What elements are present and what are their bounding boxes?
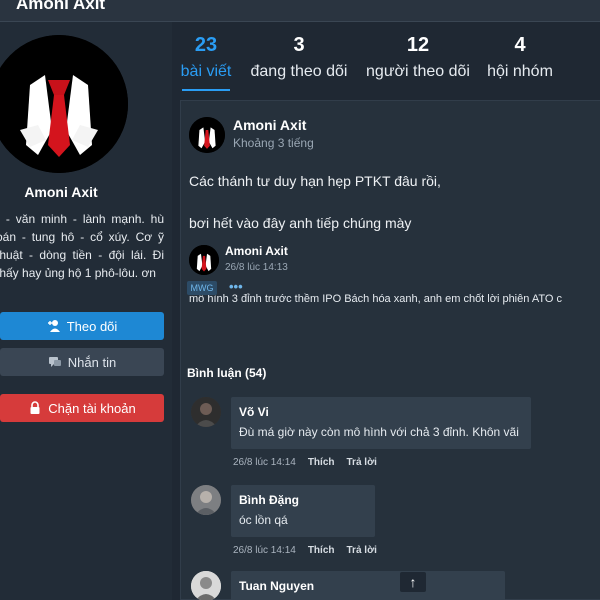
tab-following[interactable]: 3 đang theo dõi [248, 34, 350, 81]
tab-posts[interactable]: 23 bài viết [178, 34, 234, 91]
shared-body: mô hình 3 đỉnh trước thềm IPO Bách hóa x… [189, 293, 562, 305]
top-bar: Amoni Axit [0, 0, 600, 22]
follow-label: Theo dõi [66, 318, 118, 334]
user-photo-icon [191, 485, 221, 515]
add-user-icon [47, 319, 61, 333]
message-label: Nhắn tin [67, 354, 117, 370]
comments-header: Bình luận (54) [187, 366, 267, 380]
like-link[interactable]: Thích [308, 457, 335, 468]
post-author-name[interactable]: Amoni Axit [233, 117, 306, 133]
stock-tag[interactable]: MWG [187, 281, 217, 295]
message-button[interactable]: Nhắn tin [0, 348, 164, 376]
comment-bubble: Tuan Nguyen [231, 571, 505, 600]
page-title: Amoni Axit [16, 0, 106, 13]
groups-label: hội nhóm [487, 63, 553, 80]
comment-text: Đù má giờ này còn mô hình với chả 3 đỉnh… [239, 425, 519, 439]
active-tab-indicator [182, 89, 230, 91]
chat-icon [48, 355, 62, 369]
more-options-icon[interactable]: ••• [229, 279, 243, 294]
lock-icon [28, 401, 42, 415]
follow-button[interactable]: Theo dõi [0, 312, 164, 340]
suit-avatar-icon [0, 35, 128, 173]
post-body-line: bơi hết vào đây anh tiếp chúng mày [189, 215, 412, 231]
comment-bubble: Bình Đặng óc lồn qá [231, 485, 375, 537]
posts-label: bài viết [180, 63, 232, 80]
commenter-avatar[interactable] [191, 397, 221, 427]
profile-avatar[interactable] [0, 35, 128, 173]
comment-bubble: Võ Vi Đù má giờ này còn mô hình với chả … [231, 397, 531, 449]
commenter-name[interactable]: Tuan Nguyen [239, 579, 314, 593]
groups-count: 4 [514, 34, 526, 56]
post-card: Amoni Axit Khoảng 3 tiếng Các thánh tư d… [180, 100, 600, 600]
followers-count: 12 [406, 34, 430, 56]
tab-groups[interactable]: 4 hội nhóm [484, 34, 556, 81]
profile-sidebar: Amoni Axit r - văn minh - lành mạnh. hù … [0, 22, 172, 600]
like-link[interactable]: Thích [308, 545, 335, 556]
block-account-button[interactable]: Chặn tài khoản [0, 394, 164, 422]
tab-followers[interactable]: 12 người theo dõi [364, 34, 472, 81]
user-photo-icon [191, 571, 221, 600]
commenter-avatar[interactable] [191, 571, 221, 600]
commenter-name[interactable]: Bình Đặng [239, 493, 299, 507]
user-photo-icon [191, 397, 221, 427]
shared-author-avatar [189, 245, 219, 275]
shared-author-name[interactable]: Amoni Axit [225, 244, 288, 258]
shared-post[interactable]: Amoni Axit 26/8 lúc 14:13 mô hình 3 đỉnh… [187, 239, 600, 359]
profile-bio: r - văn minh - lành mạnh. hù oán - tung … [0, 212, 164, 280]
scroll-to-top-button[interactable]: ↑ [400, 572, 426, 592]
comment-text: óc lồn qá [239, 513, 288, 527]
comment-time: 26/8 lúc 14:14 [233, 457, 296, 468]
block-label: Chặn tài khoản [48, 400, 136, 416]
posts-count: 23 [194, 34, 218, 56]
profile-stats: 23 bài viết 3 đang theo dõi 12 người the… [178, 34, 600, 92]
post-author-avatar[interactable] [189, 117, 225, 153]
commenter-name[interactable]: Võ Vi [239, 405, 269, 419]
comment-time: 26/8 lúc 14:14 [233, 545, 296, 556]
post-timestamp: Khoảng 3 tiếng [233, 136, 314, 150]
suit-avatar-icon [189, 245, 219, 275]
comment-meta: 26/8 lúc 14:14 Thích Trả lời [233, 457, 389, 468]
following-label: đang theo dõi [250, 63, 348, 80]
profile-name: Amoni Axit [24, 184, 98, 200]
post-body-line: Các thánh tư duy hạn hẹp PTKT đâu rồi, [189, 173, 441, 189]
following-count: 3 [293, 34, 305, 56]
reply-link[interactable]: Trả lời [347, 457, 377, 468]
followers-label: người theo dõi [366, 63, 470, 80]
comment-meta: 26/8 lúc 14:14 Thích Trả lời [233, 545, 389, 556]
shared-timestamp: 26/8 lúc 14:13 [225, 262, 288, 273]
suit-avatar-icon [189, 117, 225, 153]
reply-link[interactable]: Trả lời [347, 545, 377, 556]
commenter-avatar[interactable] [191, 485, 221, 515]
post-feed: Amoni Axit Khoảng 3 tiếng Các thánh tư d… [180, 100, 600, 600]
